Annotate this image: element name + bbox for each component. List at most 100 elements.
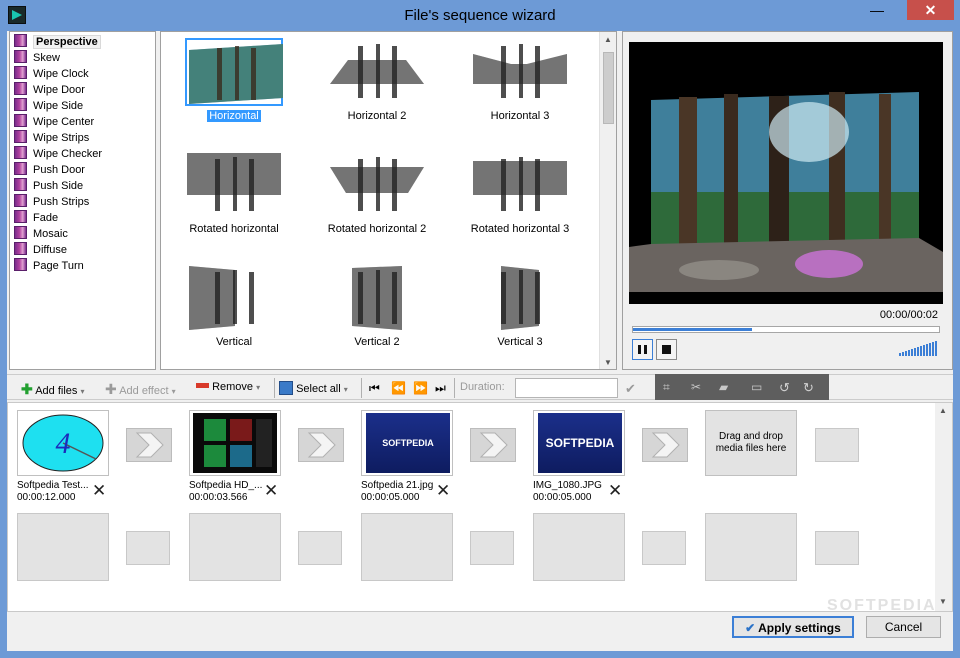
next-button[interactable]: ⏩: [413, 381, 428, 395]
empty-clip-slot[interactable]: [361, 513, 453, 581]
stop-button[interactable]: [656, 339, 677, 360]
last-button[interactable]: ⏭: [435, 381, 446, 396]
effect-item[interactable]: Wipe Center: [14, 114, 94, 130]
effect-item[interactable]: Wipe Strips: [14, 130, 89, 146]
title-bar[interactable]: File's sequence wizard — ✕: [0, 0, 960, 31]
transition-item[interactable]: Vertical 3: [450, 260, 590, 370]
transition-item[interactable]: Rotated horizontal 2: [307, 147, 447, 257]
remove-clip-icon[interactable]: ✕: [436, 482, 450, 499]
transition-item[interactable]: Vertical 2: [307, 260, 447, 370]
stop-icon: [662, 345, 671, 354]
prev-button[interactable]: ⏪: [391, 381, 406, 395]
empty-clip-slot[interactable]: [17, 513, 109, 581]
gallery-scrollbar[interactable]: ▲ ▼: [599, 32, 616, 369]
effect-item[interactable]: Wipe Side: [14, 98, 83, 114]
media-clip[interactable]: SOFTPEDIA: [533, 410, 625, 476]
clip-name: Softpedia HD_...: [189, 480, 263, 491]
plus-icon: ✚: [21, 381, 33, 397]
clock-icon: 4: [21, 413, 105, 473]
empty-clip-slot[interactable]: [189, 513, 281, 581]
empty-transition-slot[interactable]: [126, 531, 170, 565]
empty-transition-slot[interactable]: [642, 531, 686, 565]
chevron-right-icon: [135, 432, 164, 458]
drop-zone[interactable]: Drag and drop media files here: [705, 410, 797, 476]
minimize-button[interactable]: —: [864, 0, 890, 20]
transition-gallery[interactable]: ▲ ▼ Horizontal Horizontal 2 Horizontal 3 Ro…: [160, 31, 617, 370]
preview-panel: 00:00/00:02: [622, 31, 953, 370]
effect-item[interactable]: Mosaic: [14, 226, 68, 242]
effects-list[interactable]: Perspective Skew Wipe Clock Wipe Door Wipe S…: [9, 31, 156, 370]
frame-button[interactable]: ▭: [751, 380, 762, 394]
effect-item[interactable]: Diffuse: [14, 242, 67, 258]
transition-item[interactable]: Rotated horizontal 3: [450, 147, 590, 257]
scroll-up-icon[interactable]: ▲: [939, 406, 947, 415]
scroll-up-icon[interactable]: ▲: [604, 35, 612, 44]
transition-label: Horizontal 3: [490, 110, 550, 122]
add-files-button[interactable]: ✚ Add files ▾: [21, 381, 84, 398]
transition-item[interactable]: Rotated horizontal: [164, 147, 304, 257]
effect-item[interactable]: Fade: [14, 210, 58, 226]
add-effect-button[interactable]: ✚ Add effect ▾: [105, 381, 176, 398]
scroll-down-icon[interactable]: ▼: [604, 358, 612, 367]
transition-thumbnail: [328, 264, 426, 332]
rotate-left-button[interactable]: ↺: [779, 380, 790, 396]
effect-item[interactable]: Page Turn: [14, 258, 84, 274]
close-button[interactable]: ✕: [907, 0, 954, 20]
media-clip[interactable]: [189, 410, 281, 476]
cancel-button[interactable]: Cancel: [866, 616, 941, 638]
remove-clip-icon[interactable]: ✕: [608, 482, 622, 499]
effect-item[interactable]: Skew: [14, 50, 60, 66]
select-all-button[interactable]: Select all ▾: [279, 381, 348, 395]
gallery-scroll-thumb[interactable]: [603, 52, 614, 124]
effect-icon: [14, 210, 27, 223]
empty-transition-slot[interactable]: [470, 531, 514, 565]
transition-slot[interactable]: [126, 428, 172, 462]
effect-item[interactable]: Push Side: [14, 178, 83, 194]
apply-duration-button[interactable]: ✔: [625, 381, 636, 397]
remove-clip-icon[interactable]: ✕: [92, 482, 106, 499]
transition-slot[interactable]: [298, 428, 344, 462]
crop-button[interactable]: ⌗: [663, 380, 670, 395]
cut-button[interactable]: ✂: [691, 380, 701, 394]
duration-input[interactable]: [515, 378, 618, 398]
scroll-down-icon[interactable]: ▼: [939, 597, 947, 606]
effect-item[interactable]: Push Strips: [14, 194, 89, 210]
transition-slot[interactable]: [642, 428, 688, 462]
remove-clip-icon[interactable]: ✕: [264, 482, 278, 499]
playback-progress[interactable]: [632, 326, 940, 333]
transition-item[interactable]: Vertical: [164, 260, 304, 370]
transition-thumbnail: [185, 151, 283, 219]
effect-item[interactable]: Wipe Checker: [14, 146, 102, 162]
media-clip[interactable]: SOFTPEDIA: [361, 410, 453, 476]
remove-button[interactable]: Remove ▾: [196, 381, 260, 393]
transition-thumbnail: [471, 264, 569, 332]
apply-settings-button[interactable]: ✔ Apply settings: [732, 616, 854, 638]
effect-icon: [14, 226, 27, 239]
transition-item[interactable]: Horizontal 3: [450, 34, 590, 144]
transition-thumbnail: [328, 151, 426, 219]
transition-item[interactable]: Horizontal: [164, 34, 304, 144]
first-button[interactable]: ⏮: [369, 381, 380, 396]
timeline[interactable]: ▲ ▼ Drag and drop media files here 4 Soft…: [7, 402, 953, 612]
transition-item[interactable]: Horizontal 2: [307, 34, 447, 144]
effect-item[interactable]: Push Door: [14, 162, 85, 178]
empty-clip-slot[interactable]: [705, 513, 797, 581]
volume-control[interactable]: [899, 341, 941, 360]
pause-button[interactable]: [632, 339, 653, 360]
paint-button[interactable]: ▰: [719, 380, 728, 394]
empty-transition-slot[interactable]: [815, 531, 859, 565]
media-clip[interactable]: 4: [17, 410, 109, 476]
pause-icon: [638, 345, 647, 354]
empty-clip-slot[interactable]: [533, 513, 625, 581]
empty-transition-slot[interactable]: [298, 531, 342, 565]
empty-transition-slot[interactable]: [815, 428, 859, 462]
effect-icon: [14, 34, 27, 47]
effect-item[interactable]: Wipe Door: [14, 82, 85, 98]
timeline-scrollbar[interactable]: ▲ ▼: [935, 403, 952, 611]
minus-icon: [196, 383, 209, 388]
effect-item[interactable]: Perspective: [14, 34, 101, 50]
volume-icon: [899, 341, 937, 356]
transition-slot[interactable]: [470, 428, 516, 462]
rotate-right-button[interactable]: ↻: [803, 380, 814, 396]
effect-item[interactable]: Wipe Clock: [14, 66, 89, 82]
